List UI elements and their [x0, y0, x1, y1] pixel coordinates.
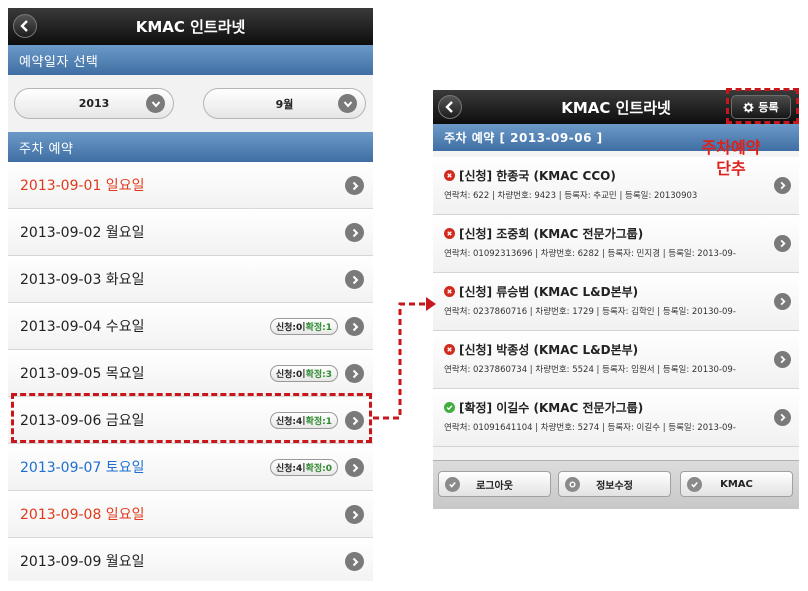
day-label: 2013-09-08 일요일 [20, 507, 145, 523]
day-list-item[interactable]: 2013-09-08 일요일 [8, 491, 373, 538]
chevron-right-icon [774, 293, 791, 310]
date-select-area: 2013 9월 [8, 75, 373, 132]
gear-icon [565, 477, 580, 492]
reservation-list: [신청] 한종국 (KMAC CCO) 연락처: 622 | 차량번호: 9423… [433, 157, 799, 447]
highlight-selected-day [11, 393, 372, 443]
apply-count: 신청:0 [275, 370, 303, 380]
annotation-line1: 주차예약 [701, 138, 761, 157]
back-button[interactable] [13, 14, 37, 38]
chevron-right-icon [345, 552, 364, 571]
chevron-right-icon [345, 270, 364, 289]
day-label: 2013-09-03 화요일 [20, 272, 145, 288]
date-select-header: 예약일자 선택 [8, 45, 373, 75]
edit-info-button[interactable]: 정보수정 [558, 471, 671, 497]
year-select[interactable]: 2013 [14, 88, 174, 119]
count-badge: 신청:4 | 확정:0 [269, 459, 338, 476]
highlight-register-button [726, 88, 799, 124]
chevron-right-icon [345, 317, 364, 336]
day-label: 2013-09-05 목요일 [20, 366, 145, 382]
kmac-label: KMAC [720, 478, 753, 490]
reservation-item[interactable]: [신청] 조중희 (KMAC 전문가그룹) 연락처: 01092313696 | … [433, 215, 799, 273]
app-title: KMAC 인트라넷 [135, 18, 246, 36]
reservation-title: [신청] 조중희 (KMAC 전문가그룹) [459, 227, 644, 241]
pending-icon [444, 170, 455, 181]
chevron-right-icon [345, 176, 364, 195]
check-icon [687, 477, 702, 492]
month-select[interactable]: 9월 [203, 88, 366, 119]
reservation-title: [신청] 한종국 (KMAC CCO) [459, 169, 616, 183]
app-title: KMAC 인트라넷 [561, 98, 671, 117]
chevron-right-icon [774, 177, 791, 194]
apply-count: 신청:4 [275, 464, 303, 474]
footer-toolbar: 로그아웃 정보수정 KMAC [433, 460, 799, 509]
chevron-left-icon [445, 101, 453, 113]
reservation-item[interactable]: [신청] 박종성 (KMAC L&D본부) 연락처: 0237860734 | 차… [433, 331, 799, 389]
pending-icon [444, 228, 455, 239]
count-badge: 신청:0 | 확정:3 [269, 365, 338, 382]
day-label: 2013-09-04 수요일 [20, 319, 145, 335]
chevron-left-icon [20, 20, 28, 32]
reservation-item[interactable]: [확정] 이길수 (KMAC 전문가그룹) 연락처: 01091641104 | … [433, 389, 799, 447]
day-list-item[interactable]: 2013-09-01 일요일 [8, 162, 373, 209]
back-button[interactable] [438, 95, 462, 119]
left-screen: KMAC 인트라넷 예약일자 선택 2013 9월 주차 예약 2013-09-… [8, 8, 373, 581]
count-badge: 신청:0 | 확정:1 [269, 318, 338, 335]
chevron-right-icon [345, 364, 364, 383]
confirm-count: 확정:1 [305, 323, 332, 333]
reservation-title: [확정] 이길수 (KMAC 전문가그룹) [459, 401, 644, 415]
reservation-detail: 연락처: 01091641104 | 차량번호: 5274 | 등록자: 이길수… [444, 423, 736, 433]
edit-info-label: 정보수정 [596, 480, 633, 492]
day-list-item[interactable]: 2013-09-04 수요일 신청:0 | 확정:1 [8, 303, 373, 350]
day-label: 2013-09-09 월요일 [20, 554, 145, 570]
annotation-line2: 단추 [716, 159, 746, 178]
day-list-item[interactable]: 2013-09-02 월요일 [8, 209, 373, 256]
logout-label: 로그아웃 [476, 480, 513, 492]
apply-count: 신청:0 [275, 323, 303, 333]
day-label: 2013-09-02 월요일 [20, 225, 145, 241]
app-header: KMAC 인트라넷 [8, 8, 373, 45]
reservation-detail: 연락처: 622 | 차량번호: 9423 | 등록자: 추교민 | 등록일: … [444, 191, 698, 201]
logout-button[interactable]: 로그아웃 [438, 471, 551, 497]
month-value: 9월 [275, 97, 294, 111]
reservation-detail: 연락처: 0237860716 | 차량번호: 1729 | 등록자: 김학인 … [444, 307, 736, 317]
parking-header: 주차 예약 [8, 132, 373, 162]
chevron-right-icon [345, 223, 364, 242]
confirm-count: 확정:0 [305, 464, 332, 474]
day-list-item[interactable]: 2013-09-05 목요일 신청:0 | 확정:3 [8, 350, 373, 397]
day-label: 2013-09-07 토요일 [20, 460, 145, 476]
annotation-label: 주차예약 단추 [686, 137, 776, 179]
reservation-title: [신청] 류승범 (KMAC L&D본부) [459, 285, 639, 299]
chevron-right-icon [345, 505, 364, 524]
reservation-detail: 연락처: 0237860734 | 차량번호: 5524 | 등록자: 임원서 … [444, 365, 736, 375]
chevron-down-icon [338, 94, 357, 113]
year-value: 2013 [78, 97, 110, 110]
connector-arrow [373, 297, 436, 420]
confirmed-icon [444, 402, 455, 413]
pending-icon [444, 286, 455, 297]
reservation-detail: 연락처: 01092313696 | 차량번호: 6282 | 등록자: 민지경… [444, 249, 736, 259]
check-icon [445, 477, 460, 492]
chevron-right-icon [345, 458, 364, 477]
day-list-item[interactable]: 2013-09-07 토요일 신청:4 | 확정:0 [8, 444, 373, 491]
chevron-down-icon [146, 94, 165, 113]
chevron-right-icon [774, 409, 791, 426]
day-list-item[interactable]: 2013-09-03 화요일 [8, 256, 373, 303]
day-list: 2013-09-01 일요일 2013-09-02 월요일 2013-09-03 화… [8, 162, 373, 581]
chevron-right-icon [774, 235, 791, 252]
reservation-title: [신청] 박종성 (KMAC L&D본부) [459, 343, 639, 357]
kmac-button[interactable]: KMAC [680, 471, 793, 497]
day-list-item[interactable]: 2013-09-09 월요일 [8, 538, 373, 581]
day-label: 2013-09-01 일요일 [20, 178, 145, 194]
reservation-item[interactable]: [신청] 류승범 (KMAC L&D본부) 연락처: 0237860716 | 차… [433, 273, 799, 331]
confirm-count: 확정:3 [305, 370, 332, 380]
chevron-right-icon [774, 351, 791, 368]
pending-icon [444, 344, 455, 355]
